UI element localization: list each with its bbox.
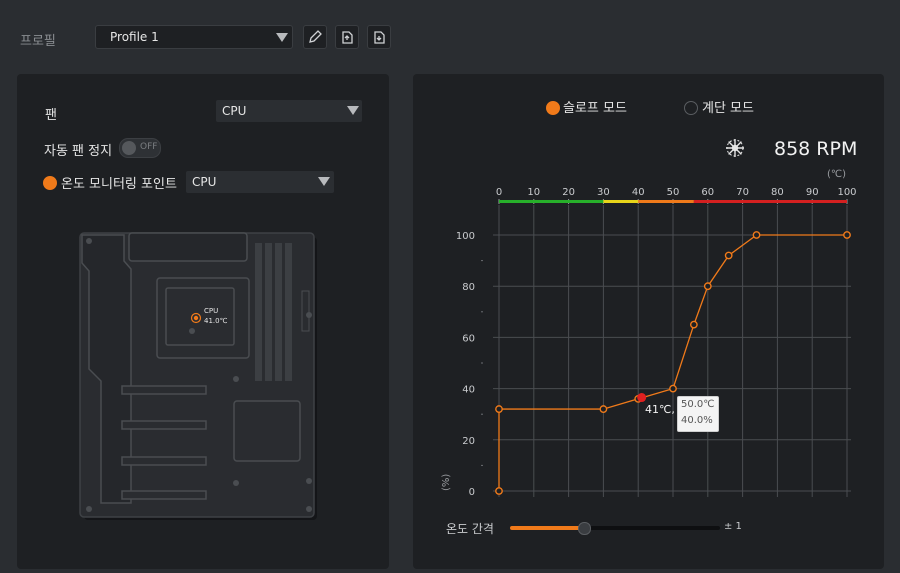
x-tick-label: 40 — [632, 187, 645, 198]
y-tick-label: 80 — [462, 282, 475, 293]
pencil-icon — [309, 30, 322, 43]
profile-value: Profile 1 — [110, 30, 159, 44]
current-operating-point — [637, 393, 647, 403]
motherboard-diagram — [79, 232, 317, 520]
point-tooltip: 50.0℃ 40.0% — [677, 396, 719, 432]
temp-interval-value: ± 1 — [724, 521, 742, 532]
edit-profile-button[interactable] — [303, 25, 327, 49]
fan-select[interactable]: CPU — [216, 100, 362, 122]
fan-settings-panel: 팬 CPU 자동 팬 정지 OFF 온도 모니터링 포인트 CPU CPU 41… — [17, 74, 389, 569]
fan-select-value: CPU — [222, 104, 247, 118]
auto-fan-stop-toggle[interactable]: OFF — [119, 138, 161, 158]
current-temp-label: 41℃, — [645, 403, 675, 416]
curve-point — [752, 231, 761, 239]
temp-band-segment — [603, 200, 639, 203]
chevron-down-icon — [347, 106, 359, 115]
curve-point — [669, 384, 677, 393]
x-tick-label: 60 — [701, 187, 714, 198]
temp-band-segment — [499, 200, 604, 203]
import-profile-button[interactable] — [367, 25, 391, 49]
fan-curve-chart[interactable]: 0 10 20 30 40 50 60 70 80 90 100 0 20 40 60 80 100 — [413, 74, 884, 524]
chevron-down-icon — [276, 33, 288, 42]
temp-interval-label: 온도 간격 — [446, 522, 494, 536]
tooltip-percent: 40.0% — [681, 415, 713, 426]
monitor-point-label: 온도 모니터링 포인트 — [61, 177, 177, 192]
x-tick-label: 100 — [837, 187, 856, 198]
curve-point — [689, 320, 698, 329]
x-tick-label: 30 — [597, 187, 610, 198]
x-tick-label: 50 — [667, 187, 680, 198]
monitor-point-radio[interactable] — [43, 176, 57, 190]
fan-curve-panel: 슬로프 모드 계단 모드 858 RPM 0 10 20 30 40 50 60 70 80 90… — [413, 74, 884, 569]
temp-band-segment — [693, 200, 847, 203]
import-icon — [374, 31, 385, 44]
toggle-state: OFF — [140, 142, 158, 152]
curve-point — [843, 231, 851, 239]
x-tick-label: 20 — [562, 187, 575, 198]
monitor-point-value: CPU — [192, 175, 217, 189]
cpu-sensor-marker-icon — [190, 312, 202, 324]
top-bar: 프로필 Profile 1 — [0, 0, 900, 70]
cpu-sensor-temp: 41.0℃ — [204, 317, 228, 325]
x-tick-label: 80 — [771, 187, 784, 198]
y-tick-label: 60 — [462, 333, 475, 344]
toggle-knob — [122, 141, 136, 155]
curve-point — [703, 282, 712, 291]
profile-select[interactable]: Profile 1 — [95, 25, 293, 49]
profile-label: 프로필 — [20, 34, 56, 49]
y-tick-label: 100 — [456, 231, 475, 242]
percent-unit-label: (%) — [441, 473, 452, 491]
fan-label: 팬 — [45, 108, 57, 123]
curve-point — [495, 405, 503, 413]
export-icon — [342, 31, 353, 44]
x-tick-label: 0 — [496, 187, 502, 198]
x-tick-label: 70 — [736, 187, 749, 198]
temp-interval-handle[interactable] — [577, 522, 591, 535]
monitor-point-select[interactable]: CPU — [186, 171, 334, 193]
temp-unit-label: (℃) — [827, 169, 847, 180]
cpu-sensor-name: CPU — [204, 307, 219, 315]
y-tick-label: 40 — [462, 385, 475, 396]
y-tick-label: 20 — [462, 436, 475, 447]
temp-interval-fill — [510, 526, 584, 530]
curve-point — [599, 405, 608, 413]
tooltip-temp: 50.0℃ — [681, 399, 715, 410]
auto-fan-stop-label: 자동 팬 정지 — [44, 144, 113, 159]
curve-point — [495, 487, 503, 495]
y-tick-label: 0 — [469, 487, 475, 498]
curve-point — [724, 251, 733, 260]
temp-band-segment — [638, 200, 694, 203]
x-tick-label: 10 — [527, 187, 540, 198]
chevron-down-icon — [318, 177, 330, 186]
export-profile-button[interactable] — [335, 25, 359, 49]
x-tick-label: 90 — [806, 187, 819, 198]
